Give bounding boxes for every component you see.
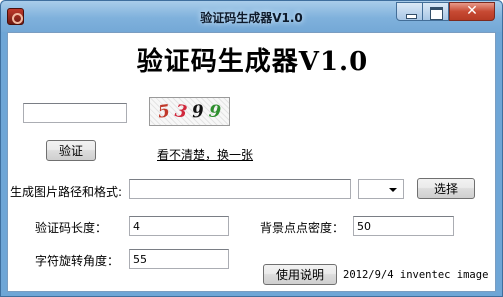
captcha-image: 5 3 9 9 <box>149 97 230 126</box>
captcha-char: 3 <box>173 100 189 123</box>
page-title: 验证码生成器V1.0 <box>136 47 369 77</box>
captcha-char: 9 <box>191 101 205 122</box>
density-label: 背景点点密度： <box>260 221 345 235</box>
client-area: 验证码生成器V1.0 5 3 9 9 验证 看不清楚，换一张 生成图片路径和格式… <box>7 32 496 292</box>
chevron-down-icon <box>389 188 397 192</box>
close-button[interactable]: ✕ <box>449 2 495 21</box>
app-window: 验证码生成器V1.0 ✕ 验证码生成器V1.0 5 3 9 9 验证 看不清楚，… <box>0 0 503 297</box>
verify-button[interactable]: 验证 <box>46 140 96 161</box>
refresh-captcha-link[interactable]: 看不清楚，换一张 <box>157 146 253 163</box>
browse-button[interactable]: 选择 <box>417 178 475 199</box>
captcha-answer-input[interactable] <box>23 103 127 123</box>
captcha-char: 9 <box>207 100 222 123</box>
maximize-button[interactable] <box>423 2 449 21</box>
minimize-button[interactable] <box>396 2 423 21</box>
output-path-label: 生成图片路径和格式: <box>10 185 123 199</box>
captcha-char: 5 <box>156 100 172 123</box>
rotation-label: 字符旋转角度： <box>35 254 120 268</box>
help-button[interactable]: 使用说明 <box>263 264 337 285</box>
length-input[interactable] <box>129 216 229 236</box>
output-path-input[interactable] <box>129 179 351 199</box>
format-select[interactable] <box>358 179 404 199</box>
title-bar[interactable]: 验证码生成器V1.0 ✕ <box>1 1 502 32</box>
density-input[interactable] <box>353 216 454 236</box>
credit-text: 2012/9/4 inventec image <box>343 269 489 281</box>
rotation-input[interactable] <box>129 249 229 269</box>
length-label: 验证码长度： <box>35 221 108 235</box>
